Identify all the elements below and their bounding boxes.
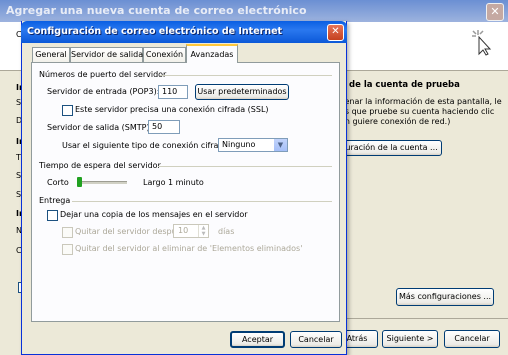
ok-button[interactable]: Aceptar <box>230 331 285 348</box>
remove-on-delete-label: Quitar del servidor al eliminar de 'Elem… <box>75 244 303 253</box>
remove-after-days-stepper[interactable]: 10 ▲ ▼ <box>173 224 209 238</box>
test-account-title: n de la cuenta de prueba <box>340 80 460 90</box>
wizard-cancel-button[interactable]: Cancelar <box>444 330 500 348</box>
timeout-group-divider <box>158 166 332 167</box>
next-button[interactable]: Siguiente > <box>382 330 438 348</box>
wizard-title: Agregar una nueva cuenta de correo elect… <box>6 4 307 17</box>
test-account-description: llenar la información de esta pantalla, … <box>340 97 502 126</box>
outgoing-server-label: Servidor de salida (SMTP): <box>47 123 153 132</box>
timeout-slider-track[interactable] <box>77 181 127 184</box>
encryption-type-label: Usar el siguiente tipo de conexión cifra… <box>62 141 232 150</box>
remove-after-label: Quitar del servidor después <box>75 227 186 236</box>
delivery-group-divider <box>72 201 332 202</box>
encryption-type-select[interactable]: Ninguno ▼ <box>218 138 288 152</box>
ports-group-label: Números de puerto del servidor <box>39 70 167 79</box>
tab-advanced[interactable]: Avanzadas <box>186 44 238 63</box>
wizard-footer-divider <box>336 318 508 319</box>
timeout-short-label: Corto <box>47 178 69 187</box>
encryption-type-value: Ninguno <box>222 140 256 149</box>
use-defaults-button[interactable]: Usar predeterminados <box>195 84 289 100</box>
stepper-buttons[interactable]: ▲ ▼ <box>198 225 208 237</box>
remove-on-delete-checkbox[interactable] <box>62 244 73 255</box>
remove-after-days-value: 10 <box>178 226 189 235</box>
outgoing-port-input[interactable]: 50 <box>148 120 180 134</box>
dialog-title-bar: Configuración de correo electrónico de I… <box>21 21 347 43</box>
cancel-button[interactable]: Cancelar <box>290 331 342 348</box>
timeout-group-label: Tiempo de espera del servidor <box>39 161 161 170</box>
wizard-cursor-icon <box>472 30 492 56</box>
wizard-close-icon[interactable]: ✕ <box>486 3 504 21</box>
tab-outgoing-server[interactable]: Servidor de salida <box>70 47 143 62</box>
remove-after-checkbox[interactable] <box>62 227 73 238</box>
dialog-title: Configuración de correo electrónico de I… <box>27 26 283 37</box>
incoming-server-label: Servidor de entrada (POP3): <box>47 87 160 96</box>
timeout-slider-thumb[interactable] <box>77 177 82 187</box>
internet-email-settings-dialog: Configuración de correo electrónico de I… <box>21 21 347 355</box>
ports-group-divider <box>160 75 332 76</box>
keep-copy-label: Dejar una copia de los mensajes en el se… <box>60 210 248 219</box>
advanced-tab-panel: Números de puerto del servidor Servidor … <box>31 62 340 322</box>
test-account-settings-button[interactable]: guración de la cuenta ... <box>336 140 442 156</box>
wizard-title-bar: Agregar una nueva cuenta de correo elect… <box>0 0 508 22</box>
days-label: días <box>218 227 235 236</box>
dialog-close-icon[interactable]: ✕ <box>327 24 344 41</box>
timeout-value: 1 minuto <box>168 178 204 187</box>
more-settings-button[interactable]: Más configuraciones ... <box>396 288 494 306</box>
ssl-label: Este servidor precisa una conexión cifra… <box>75 105 269 114</box>
delivery-group-label: Entrega <box>39 196 71 205</box>
ssl-checkbox[interactable] <box>62 105 73 116</box>
tab-connection[interactable]: Conexión <box>143 47 186 62</box>
chevron-down-icon[interactable]: ▼ <box>273 139 287 151</box>
tab-general[interactable]: General <box>32 47 70 62</box>
timeout-long-label: Largo <box>143 178 166 187</box>
keep-copy-checkbox[interactable] <box>47 210 58 221</box>
incoming-port-input[interactable]: 110 <box>158 85 188 99</box>
stepper-down-icon[interactable]: ▼ <box>199 231 208 237</box>
